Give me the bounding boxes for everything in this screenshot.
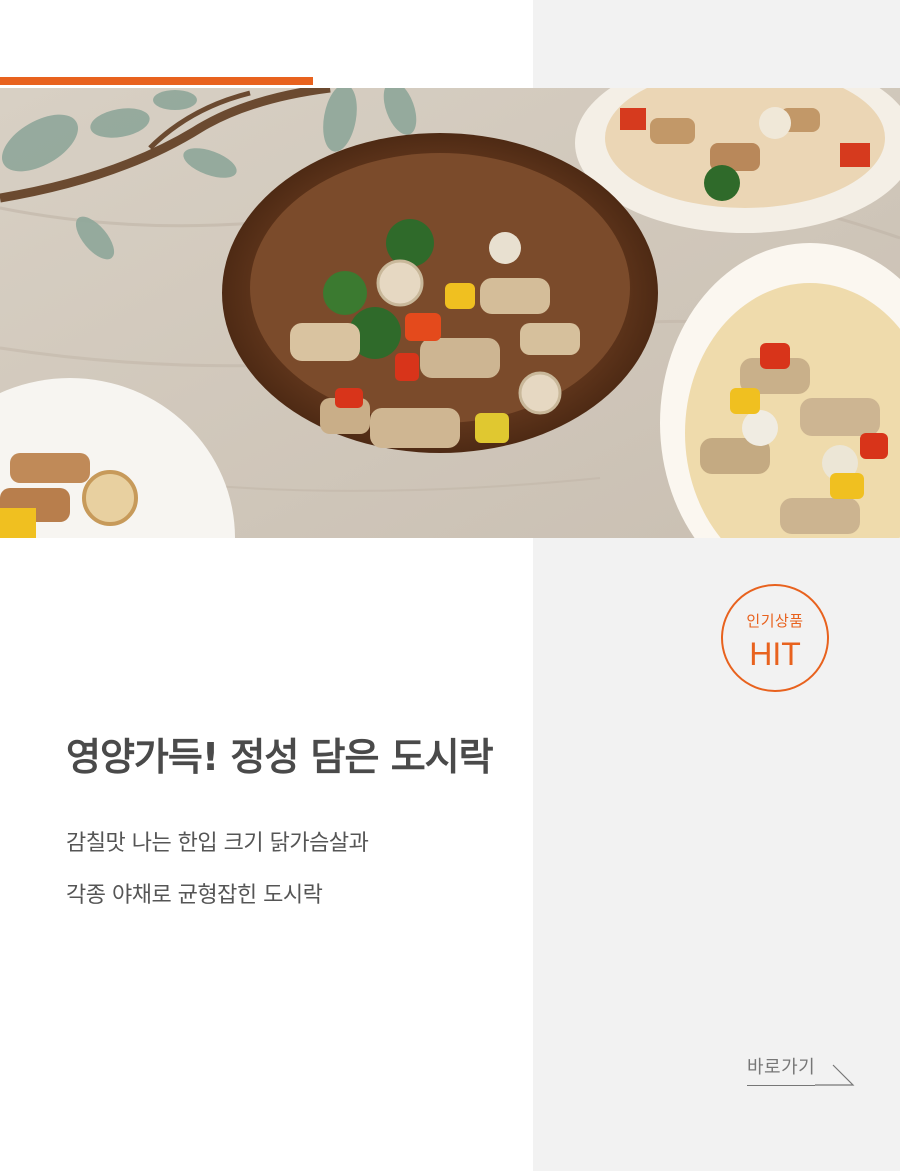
food-photo-illustration (0, 88, 900, 538)
badge-main-label: HIT (749, 636, 801, 672)
accent-line (0, 77, 313, 85)
arrow-right-icon (815, 1064, 855, 1086)
hit-badge: 인기상품 HIT (721, 584, 829, 692)
go-to-link-label: 바로가기 (747, 1053, 816, 1086)
hero-food-image (0, 88, 900, 538)
badge-top-label: 인기상품 (746, 612, 804, 630)
description-line-2: 각종 야채로 균형잡힌 도시락 (66, 883, 323, 908)
description-line-1: 감칠맛 나는 한입 크기 닭가슴살과 (66, 831, 369, 856)
page-title: 영양가득! 정성 담은 도시락 (66, 735, 494, 779)
go-to-link[interactable]: 바로가기 (747, 1053, 855, 1086)
